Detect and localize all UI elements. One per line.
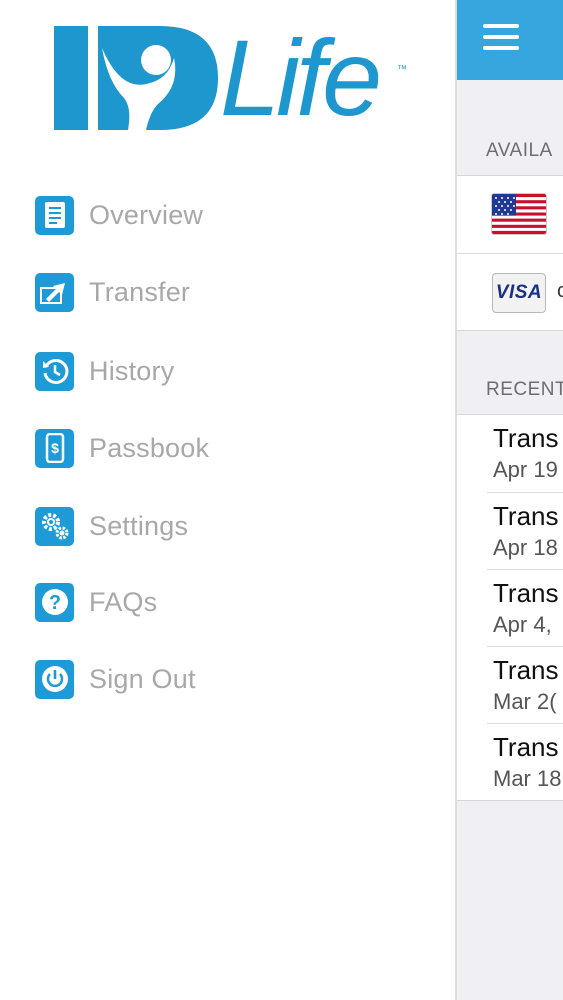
top-bar: [457, 0, 563, 80]
menu-label-passbook: Passbook: [89, 432, 210, 463]
transaction-date: Apr 4,: [493, 612, 552, 637]
recent-section-header: RECENT: [486, 379, 563, 400]
menu-item-faqs[interactable]: ? FAQs: [35, 579, 415, 625]
transfer-icon: [35, 272, 74, 312]
account-row-usd[interactable]: [457, 176, 563, 253]
power-icon: [35, 659, 74, 699]
main-panel: AVAILA VISA c RECENT Trans Apr 19 Tran: [457, 0, 563, 1000]
hamburger-menu-icon[interactable]: [483, 24, 525, 54]
transaction-row[interactable]: Trans Mar 2(: [487, 646, 563, 723]
transaction-title: Trans: [493, 732, 559, 762]
side-drawer: Life ™ Overview Transfer History $ Passb…: [0, 0, 457, 1000]
transaction-date: Mar 2(: [493, 689, 557, 714]
available-section-header: AVAILA: [486, 140, 553, 161]
menu-item-settings[interactable]: Settings: [35, 503, 415, 549]
idlife-logo: Life ™: [50, 20, 410, 136]
menu-item-overview[interactable]: Overview: [35, 192, 415, 238]
question-icon: ?: [35, 582, 74, 622]
transaction-date: Mar 18: [493, 766, 562, 791]
transaction-title: Trans: [493, 501, 559, 531]
phone-dollar-icon: $: [35, 428, 74, 468]
menu-item-passbook[interactable]: $ Passbook: [35, 425, 415, 471]
transaction-title: Trans: [493, 578, 559, 608]
document-icon: [35, 195, 74, 235]
account-row-visa[interactable]: VISA c: [457, 253, 563, 330]
us-flag-icon: [492, 194, 546, 234]
menu-label-overview: Overview: [89, 199, 204, 230]
menu-label-history: History: [89, 355, 175, 386]
accounts-list: VISA c: [457, 175, 563, 331]
menu-label-settings: Settings: [89, 510, 189, 541]
transaction-title: Trans: [493, 655, 559, 685]
transaction-date: Apr 19: [493, 457, 558, 482]
transaction-row[interactable]: Trans Apr 4,: [487, 569, 563, 646]
transaction-title: Trans: [493, 423, 559, 453]
menu-item-sign-out[interactable]: Sign Out: [35, 656, 415, 702]
gears-icon: [35, 506, 74, 546]
menu-label-transfer: Transfer: [89, 276, 191, 307]
menu-item-history[interactable]: History: [35, 348, 415, 394]
svg-text:?: ?: [48, 592, 60, 614]
transaction-row[interactable]: Trans Mar 18: [487, 723, 563, 800]
menu-label-sign-out: Sign Out: [89, 663, 196, 694]
trademark-symbol: ™: [397, 64, 407, 75]
svg-text:$: $: [51, 440, 59, 456]
transaction-date: Apr 18: [493, 535, 558, 560]
transaction-row[interactable]: Trans Apr 19: [457, 415, 563, 492]
account-row-visa-text: c: [557, 280, 563, 303]
recent-transactions-list: Trans Apr 19 Trans Apr 18 Trans Apr 4, T…: [457, 414, 563, 801]
menu-label-faqs: FAQs: [89, 586, 158, 617]
idlife-logo-mark: [54, 26, 218, 130]
transaction-row[interactable]: Trans Apr 18: [487, 492, 563, 569]
visa-card-icon: VISA: [492, 273, 546, 313]
menu-item-transfer[interactable]: Transfer: [35, 269, 415, 315]
clock-icon: [35, 351, 74, 391]
idlife-logo-lettering: Life: [220, 17, 382, 138]
